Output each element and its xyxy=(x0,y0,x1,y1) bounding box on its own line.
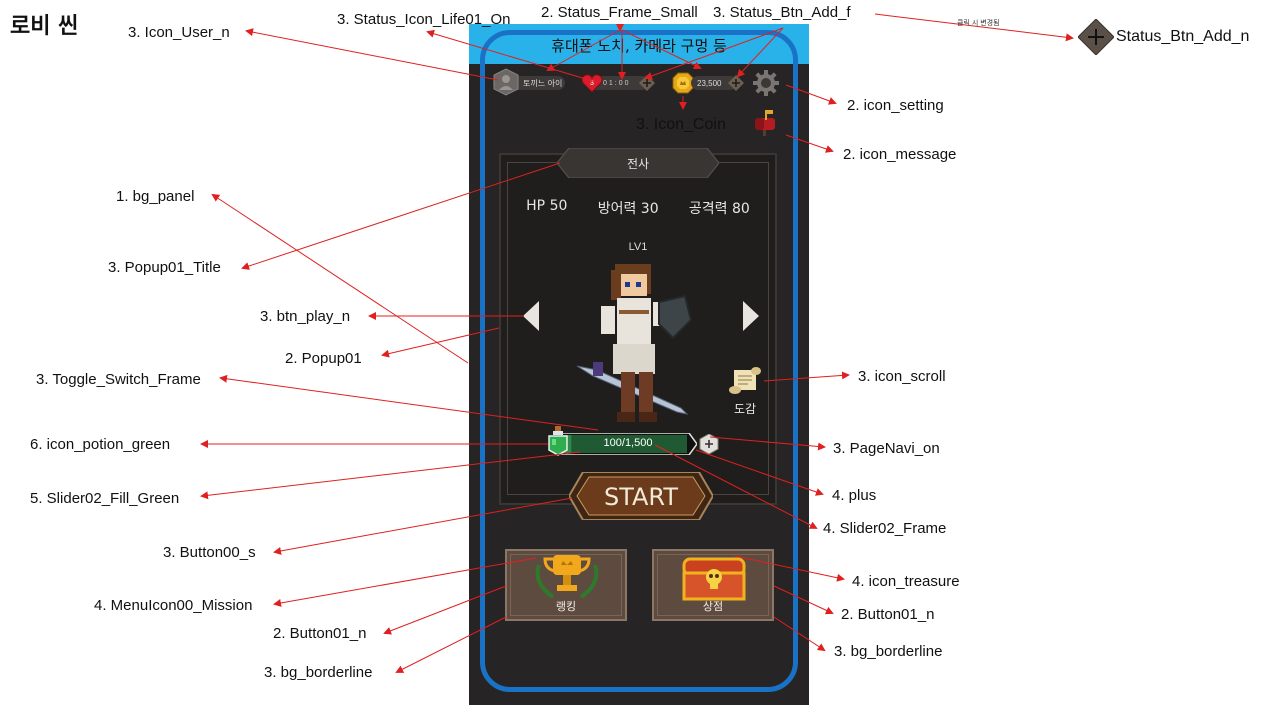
shop-button[interactable]: 상점 xyxy=(652,549,774,621)
notch-label: 휴대폰 노치, 카메라 구멍 등 xyxy=(551,37,727,55)
click-change-note: 클릭 시 변경됨 xyxy=(957,20,1000,27)
ranking-button[interactable]: 랭킹 xyxy=(505,549,627,621)
shop-label: 상점 xyxy=(702,600,724,613)
annotation-label: 2. Status_Frame_Small xyxy=(541,4,698,21)
annotation-label: 3. btn_play_n xyxy=(260,308,351,325)
annotation-label: 3. icon_scroll xyxy=(858,368,946,385)
annotation-label: 2. icon_setting xyxy=(847,97,944,114)
encyclopedia-label: 도감 xyxy=(733,402,757,416)
annotation-label: 3. PageNavi_on xyxy=(833,440,940,457)
coin-value: 23,500 xyxy=(697,79,722,88)
annotation-label: 3. Popup01_Title xyxy=(108,259,221,276)
annotation-label: 4. icon_treasure xyxy=(852,573,960,590)
annotation-label: 6. icon_potion_green xyxy=(30,436,171,453)
ranking-label: 랭킹 xyxy=(555,600,577,613)
user-icon[interactable] xyxy=(493,68,519,96)
annotation-label: 3. Status_Icon_Life01_On xyxy=(337,11,511,28)
annotation-label: 3. Icon_Coin xyxy=(636,116,726,133)
prev-character-arrow-icon[interactable] xyxy=(523,301,541,331)
trophy-icon xyxy=(535,555,599,599)
annotation-label: 3. Button00_s xyxy=(163,544,256,561)
annotation-label: Status_Btn_Add_n xyxy=(1116,28,1250,45)
annotation-label: 3. Status_Btn_Add_f xyxy=(713,4,851,21)
add-coin-plus-icon[interactable] xyxy=(728,75,744,91)
start-label: START xyxy=(603,483,679,511)
gear-icon[interactable] xyxy=(753,70,779,96)
annotation-label: 4. plus xyxy=(832,487,877,504)
treasure-chest-icon xyxy=(682,557,746,601)
character-stats: HP 50 방어력 30 공격력 80 xyxy=(499,198,777,218)
hero-character xyxy=(576,264,693,422)
add-life-plus-icon[interactable] xyxy=(639,75,655,91)
mailbox-icon[interactable] xyxy=(753,108,777,136)
defense-stat: 방어력 30 xyxy=(597,201,659,217)
popup-title: 전사 xyxy=(626,157,650,171)
annotation-label: 3. bg_borderline xyxy=(264,664,373,681)
character-level: LV1 xyxy=(628,241,648,253)
annotation-label: 2. Button01_n xyxy=(273,625,367,642)
annotation-label: 2. icon_message xyxy=(843,146,957,163)
notch-area: 휴대폰 노치, 카메라 구멍 등 xyxy=(469,24,809,64)
next-character-arrow-icon[interactable] xyxy=(741,301,759,331)
annotation-label: 4. MenuIcon00_Mission xyxy=(94,597,253,614)
annotation-label: 3. Toggle_Switch_Frame xyxy=(36,371,201,388)
user-name: 토끼느 아이 xyxy=(523,79,563,88)
annotation-label: 2. Button01_n xyxy=(841,606,935,623)
status-add-button-icon[interactable] xyxy=(1078,19,1114,55)
annotation-label: 3. Icon_User_n xyxy=(128,24,230,41)
green-potion-icon xyxy=(548,426,568,456)
life-count: 3 xyxy=(590,80,594,87)
annotation-label: 2. Popup01 xyxy=(285,350,362,367)
annotation-label: 1. bg_panel xyxy=(116,188,195,205)
scroll-icon[interactable] xyxy=(728,366,762,396)
attack-stat: 공격력 80 xyxy=(688,201,750,217)
annotation-label: 5. Slider02_Fill_Green xyxy=(30,490,180,507)
annotation-label: 4. Slider02_Frame xyxy=(823,520,947,537)
exp-value: 100/1,500 xyxy=(603,437,653,449)
life-timer: 01:00 xyxy=(603,80,631,87)
exp-plus-icon[interactable] xyxy=(699,434,719,454)
annotation-label: 3. bg_borderline xyxy=(834,643,943,660)
scene-title: 로비 씬 xyxy=(10,14,79,39)
hp-stat: HP 50 xyxy=(526,198,568,214)
